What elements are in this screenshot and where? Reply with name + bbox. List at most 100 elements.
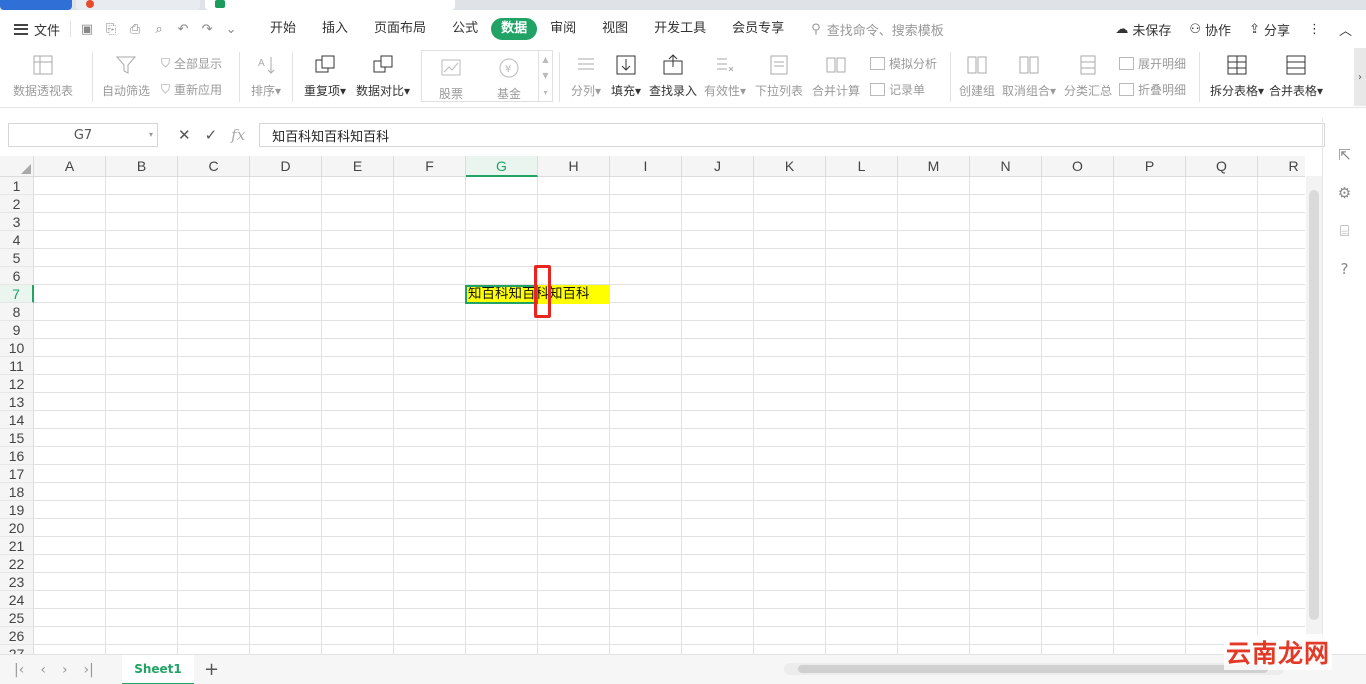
row-header-7[interactable]: 7 [0, 285, 34, 303]
cancel-icon[interactable]: ✕ [178, 126, 191, 144]
column-header-m[interactable]: M [898, 156, 970, 177]
undo-icon[interactable]: ↶ [175, 21, 191, 37]
horizontal-scroll-thumb[interactable] [798, 665, 1268, 673]
duplicates-button[interactable]: 重复项▾ [299, 48, 351, 106]
sheet-tab-sheet1[interactable]: Sheet1 [122, 654, 194, 684]
tab-insert[interactable]: 插入 [309, 18, 361, 40]
row-header-25[interactable]: 25 [0, 609, 34, 627]
split-table-button[interactable]: 拆分表格▾ [1206, 48, 1268, 106]
row-header-10[interactable]: 10 [0, 339, 34, 357]
vertical-scroll-thumb[interactable] [1309, 190, 1319, 620]
column-header-j[interactable]: J [682, 156, 754, 177]
column-header-k[interactable]: K [754, 156, 826, 177]
prev-sheet-icon[interactable]: ‹ [40, 662, 46, 678]
file-menu[interactable]: 文件 [0, 20, 70, 39]
shapes-icon[interactable]: ⌸ [1340, 222, 1349, 240]
column-header-c[interactable]: C [178, 156, 250, 177]
window-tab-document[interactable] [76, 0, 200, 10]
column-header-a[interactable]: A [34, 156, 106, 177]
row-header-9[interactable]: 9 [0, 321, 34, 339]
add-sheet-button[interactable]: + [204, 659, 219, 680]
row-header-13[interactable]: 13 [0, 393, 34, 411]
tab-page-layout[interactable]: 页面布局 [361, 18, 439, 40]
column-header-r[interactable]: R [1258, 156, 1305, 177]
row-header-27[interactable]: 27 [0, 645, 34, 654]
autofilter-button[interactable]: 自动筛选 [99, 48, 153, 106]
row-header-8[interactable]: 8 [0, 303, 34, 321]
next-sheet-icon[interactable]: › [62, 662, 68, 678]
split-column-button[interactable]: 分列▾ [566, 48, 606, 106]
collapse-ribbon-button[interactable]: ︿ [1339, 20, 1352, 39]
row-header-6[interactable]: 6 [0, 267, 34, 285]
tab-developer[interactable]: 开发工具 [641, 18, 719, 40]
tab-view[interactable]: 视图 [589, 18, 641, 40]
row-header-4[interactable]: 4 [0, 231, 34, 249]
tab-data[interactable]: 数据 [491, 18, 538, 40]
name-box-dropdown-icon[interactable]: ▾ [149, 130, 153, 139]
column-header-o[interactable]: O [1042, 156, 1114, 177]
row-header-16[interactable]: 16 [0, 447, 34, 465]
column-header-f[interactable]: F [394, 156, 466, 177]
create-group-button[interactable]: 创建组 [957, 48, 997, 106]
row-header-12[interactable]: 12 [0, 375, 34, 393]
select-pointer-icon[interactable]: ⇱ [1338, 146, 1351, 164]
simulate-button[interactable]: 模拟分析 [870, 53, 944, 73]
subtotal-button[interactable]: 分类汇总 [1061, 48, 1115, 106]
data-compare-button[interactable]: 数据对比▾ [351, 48, 415, 106]
row-header-20[interactable]: 20 [0, 519, 34, 537]
first-sheet-icon[interactable]: |‹ [14, 662, 24, 678]
column-header-b[interactable]: B [106, 156, 178, 177]
customize-dropdown-icon[interactable]: ⌄ [223, 21, 239, 37]
lookup-entry-button[interactable]: 查找录入 [646, 48, 700, 106]
horizontal-scrollbar[interactable] [784, 663, 1284, 675]
properties-icon[interactable]: ⚙ [1338, 184, 1351, 202]
column-header-l[interactable]: L [826, 156, 898, 177]
row-header-21[interactable]: 21 [0, 537, 34, 555]
row-header-18[interactable]: 18 [0, 483, 34, 501]
row-header-11[interactable]: 11 [0, 357, 34, 375]
gallery-scroll[interactable]: ▲ ▼ ▾ [538, 51, 552, 101]
confirm-icon[interactable]: ✓ [205, 126, 218, 144]
collapse-detail-button[interactable]: 折叠明细 [1119, 79, 1193, 99]
ribbon-scroll-right[interactable]: › [1354, 48, 1366, 106]
row-header-5[interactable]: 5 [0, 249, 34, 267]
redo-icon[interactable]: ↷ [199, 21, 215, 37]
window-tab-home[interactable] [0, 0, 72, 10]
save-icon[interactable]: ▣ [79, 21, 95, 37]
row-header-14[interactable]: 14 [0, 411, 34, 429]
pivot-table-button[interactable]: 数据透视表 [0, 48, 86, 106]
share-button[interactable]: ⇪ 分享 [1249, 20, 1290, 39]
command-search[interactable]: ⚲ 查找命令、搜索模板 [811, 20, 944, 39]
row-header-1[interactable]: 1 [0, 177, 34, 195]
collab-button[interactable]: ⚇ 协作 [1189, 20, 1231, 39]
column-header-e[interactable]: E [322, 156, 394, 177]
row-header-15[interactable]: 15 [0, 429, 34, 447]
row-header-3[interactable]: 3 [0, 213, 34, 231]
column-header-h[interactable]: H [538, 156, 610, 177]
column-header-i[interactable]: I [610, 156, 682, 177]
tab-review[interactable]: 审阅 [537, 18, 589, 40]
row-header-17[interactable]: 17 [0, 465, 34, 483]
sort-button[interactable]: A 排序▾ [246, 48, 286, 106]
row-header-23[interactable]: 23 [0, 573, 34, 591]
row-header-24[interactable]: 24 [0, 591, 34, 609]
stock-button[interactable]: 股票 [422, 51, 480, 109]
reapply-button[interactable]: ⛉ 重新应用 [161, 79, 233, 99]
dropdown-list-button[interactable]: 下拉列表 [750, 48, 808, 106]
validity-button[interactable]: 有效性▾ [700, 48, 750, 106]
window-tab-workbook[interactable] [205, 0, 455, 10]
tab-member[interactable]: 会员专享 [719, 18, 797, 40]
fund-button[interactable]: ¥ 基金 [480, 51, 538, 109]
column-header-g[interactable]: G [466, 156, 538, 177]
help-icon[interactable]: ? [1341, 260, 1349, 278]
more-button[interactable]: ⋮ [1308, 22, 1321, 37]
name-box[interactable]: G7 ▾ [8, 123, 158, 147]
fill-button[interactable]: 填充▾ [606, 48, 646, 106]
export-icon[interactable]: ⎘ [103, 21, 119, 37]
record-button[interactable]: 记录单 [870, 79, 944, 99]
select-all-corner[interactable] [0, 156, 34, 177]
unsaved-button[interactable]: ☁ 未保存 [1115, 20, 1171, 39]
row-header-2[interactable]: 2 [0, 195, 34, 213]
tab-formulas[interactable]: 公式 [439, 18, 491, 40]
column-header-d[interactable]: D [250, 156, 322, 177]
